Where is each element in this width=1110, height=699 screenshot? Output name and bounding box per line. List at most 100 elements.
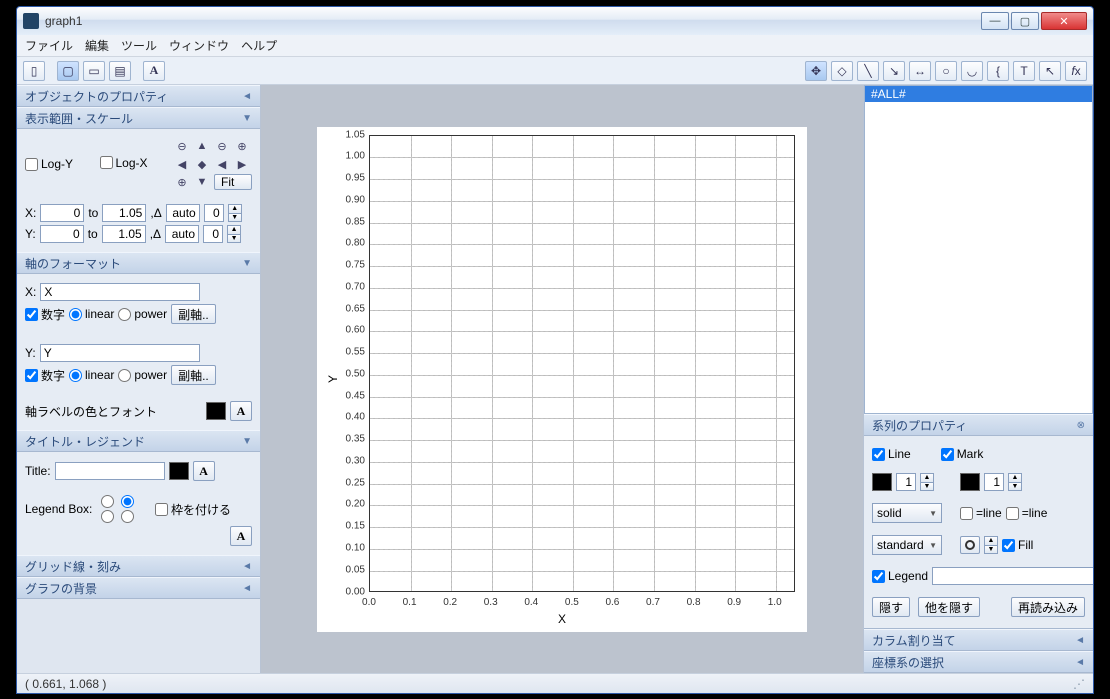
maximize-button[interactable]: ▢	[1011, 12, 1039, 30]
title-font-button[interactable]: A	[193, 461, 215, 481]
section-object-props[interactable]: オブジェクトのプロパティ◄	[17, 85, 260, 107]
zoom-in-y-icon[interactable]: ⊕	[174, 174, 190, 190]
line-checkbox[interactable]: Line	[872, 447, 911, 461]
zoom-in-corner-icon[interactable]: ⊕	[234, 138, 250, 154]
mark-checkbox[interactable]: Mark	[941, 447, 984, 461]
legend-pos-tr-radio[interactable]	[121, 495, 134, 508]
x-step-input[interactable]	[204, 204, 224, 222]
line-style-dropdown[interactable]: solid▼	[872, 503, 942, 523]
x-linear-radio[interactable]: linear	[69, 307, 114, 321]
section-bg[interactable]: グラフの背景◄	[17, 577, 260, 599]
legend-font-button[interactable]: A	[230, 526, 252, 546]
mark-size-input[interactable]	[984, 473, 1004, 491]
plot[interactable]: Y X 0.000.050.100.150.200.250.300.350.40…	[317, 127, 807, 632]
y-axis-label-input[interactable]	[40, 344, 200, 362]
pan-right-icon[interactable]: ◀	[214, 156, 230, 172]
y-linear-radio[interactable]: linear	[69, 368, 114, 382]
select-tool[interactable]: ↖	[1039, 61, 1061, 81]
section-coord[interactable]: 座標系の選択◄	[864, 651, 1093, 673]
x-subaxis-button[interactable]: 副軸..	[171, 304, 216, 324]
fill-checkbox[interactable]: Fill	[1002, 538, 1033, 552]
circle-tool[interactable]: ○	[935, 61, 957, 81]
logx-checkbox[interactable]: Log-X	[100, 156, 148, 170]
brace-tool[interactable]: {	[987, 61, 1009, 81]
reload-button[interactable]: 再読み込み	[1011, 597, 1085, 617]
pan-center-icon[interactable]: ◆	[194, 156, 210, 172]
layout-2-button[interactable]: ▭	[83, 61, 105, 81]
arc-tool[interactable]: ◡	[961, 61, 983, 81]
line-width-spinner[interactable]: ▲▼	[920, 473, 934, 491]
y-power-radio[interactable]: power	[118, 368, 167, 382]
function-tool[interactable]: fx	[1065, 61, 1087, 81]
y-subaxis-button[interactable]: 副軸..	[171, 365, 216, 385]
mark-size-spinner[interactable]: ▲▼	[1008, 473, 1022, 491]
section-series-props[interactable]: 系列のプロパティ⊗	[864, 414, 1093, 436]
pointer-tool[interactable]: ✥	[805, 61, 827, 81]
x-axis-label-input[interactable]	[40, 283, 200, 301]
legend-pos-tl-radio[interactable]	[101, 495, 114, 508]
zoom-out-x-icon[interactable]: ⊖	[214, 138, 230, 154]
layout-3-button[interactable]: ▤	[109, 61, 131, 81]
x-power-radio[interactable]: power	[118, 307, 167, 321]
y-auto-input[interactable]	[165, 225, 199, 243]
marker-shape-spinner[interactable]: ▲▼	[984, 536, 998, 554]
pan-right2-icon[interactable]: ▶	[234, 156, 250, 172]
y-step-input[interactable]	[203, 225, 223, 243]
y-step-spinner[interactable]: ▲▼	[227, 225, 241, 243]
mark-eqline2-checkbox[interactable]: =line	[1006, 506, 1048, 520]
legend-pos-br-radio[interactable]	[121, 510, 134, 523]
minimize-button[interactable]: —	[981, 12, 1009, 30]
double-arrow-tool[interactable]: ↔	[909, 61, 931, 81]
menu-help[interactable]: ヘルプ	[241, 37, 277, 54]
legend-text-input[interactable]	[932, 567, 1093, 585]
section-column[interactable]: カラム割り当て◄	[864, 629, 1093, 651]
line-color-swatch[interactable]	[872, 473, 892, 491]
section-axis[interactable]: 軸のフォーマット▼	[17, 252, 260, 274]
arrow-tool[interactable]: ↘	[883, 61, 905, 81]
titlebar[interactable]: graph1 — ▢ ✕	[17, 7, 1093, 35]
axis-color-swatch[interactable]	[206, 402, 226, 420]
menu-file[interactable]: ファイル	[25, 37, 73, 54]
font-button[interactable]: A	[143, 61, 165, 81]
line-width-input[interactable]	[896, 473, 916, 491]
xmin-input[interactable]	[40, 204, 84, 222]
y-number-checkbox[interactable]: 数字	[25, 367, 65, 384]
xmax-input[interactable]	[102, 204, 146, 222]
hide-others-button[interactable]: 他を隠す	[918, 597, 980, 617]
title-color-swatch[interactable]	[169, 462, 189, 480]
layout-1-button[interactable]: ▢	[57, 61, 79, 81]
marker-shape-button[interactable]	[960, 536, 980, 554]
logy-checkbox[interactable]: Log-Y	[25, 157, 96, 171]
menu-tool[interactable]: ツール	[121, 37, 157, 54]
x-number-checkbox[interactable]: 数字	[25, 306, 65, 323]
legend-pos-bl-radio[interactable]	[101, 510, 114, 523]
section-range[interactable]: 表示範囲・スケール▼	[17, 107, 260, 129]
text-tool[interactable]: T	[1013, 61, 1035, 81]
pan-up-icon[interactable]: ▲	[194, 138, 210, 154]
pan-down-icon[interactable]: ▼	[194, 174, 210, 190]
ymin-input[interactable]	[40, 225, 84, 243]
close-button[interactable]: ✕	[1041, 12, 1087, 30]
zoom-out-y-icon[interactable]: ⊖	[174, 138, 190, 154]
x-auto-input[interactable]	[166, 204, 200, 222]
menu-window[interactable]: ウィンドウ	[169, 37, 229, 54]
pan-left-icon[interactable]: ◀	[174, 156, 190, 172]
fit-button[interactable]: Fit	[214, 174, 252, 190]
mark-color-swatch[interactable]	[960, 473, 980, 491]
hide-button[interactable]: 隠す	[872, 597, 910, 617]
x-step-spinner[interactable]: ▲▼	[228, 204, 242, 222]
section-grid[interactable]: グリッド線・刻み◄	[17, 555, 260, 577]
legend-checkbox[interactable]: Legend	[872, 569, 928, 583]
legend-frame-checkbox[interactable]: 枠を付ける	[155, 501, 231, 518]
resize-grip-icon[interactable]: ⋰	[1073, 677, 1085, 691]
section-title[interactable]: タイトル・レジェンド▼	[17, 430, 260, 452]
marker-style-dropdown[interactable]: standard▼	[872, 535, 942, 555]
line-tool[interactable]: ╲	[857, 61, 879, 81]
eraser-tool[interactable]: ◇	[831, 61, 853, 81]
mark-eqline-checkbox[interactable]: =line	[960, 506, 1002, 520]
series-list[interactable]: #ALL#	[864, 85, 1093, 414]
menu-edit[interactable]: 編集	[85, 37, 109, 54]
title-input[interactable]	[55, 462, 165, 480]
series-item-all[interactable]: #ALL#	[865, 86, 1092, 102]
axis-font-button[interactable]: A	[230, 401, 252, 421]
